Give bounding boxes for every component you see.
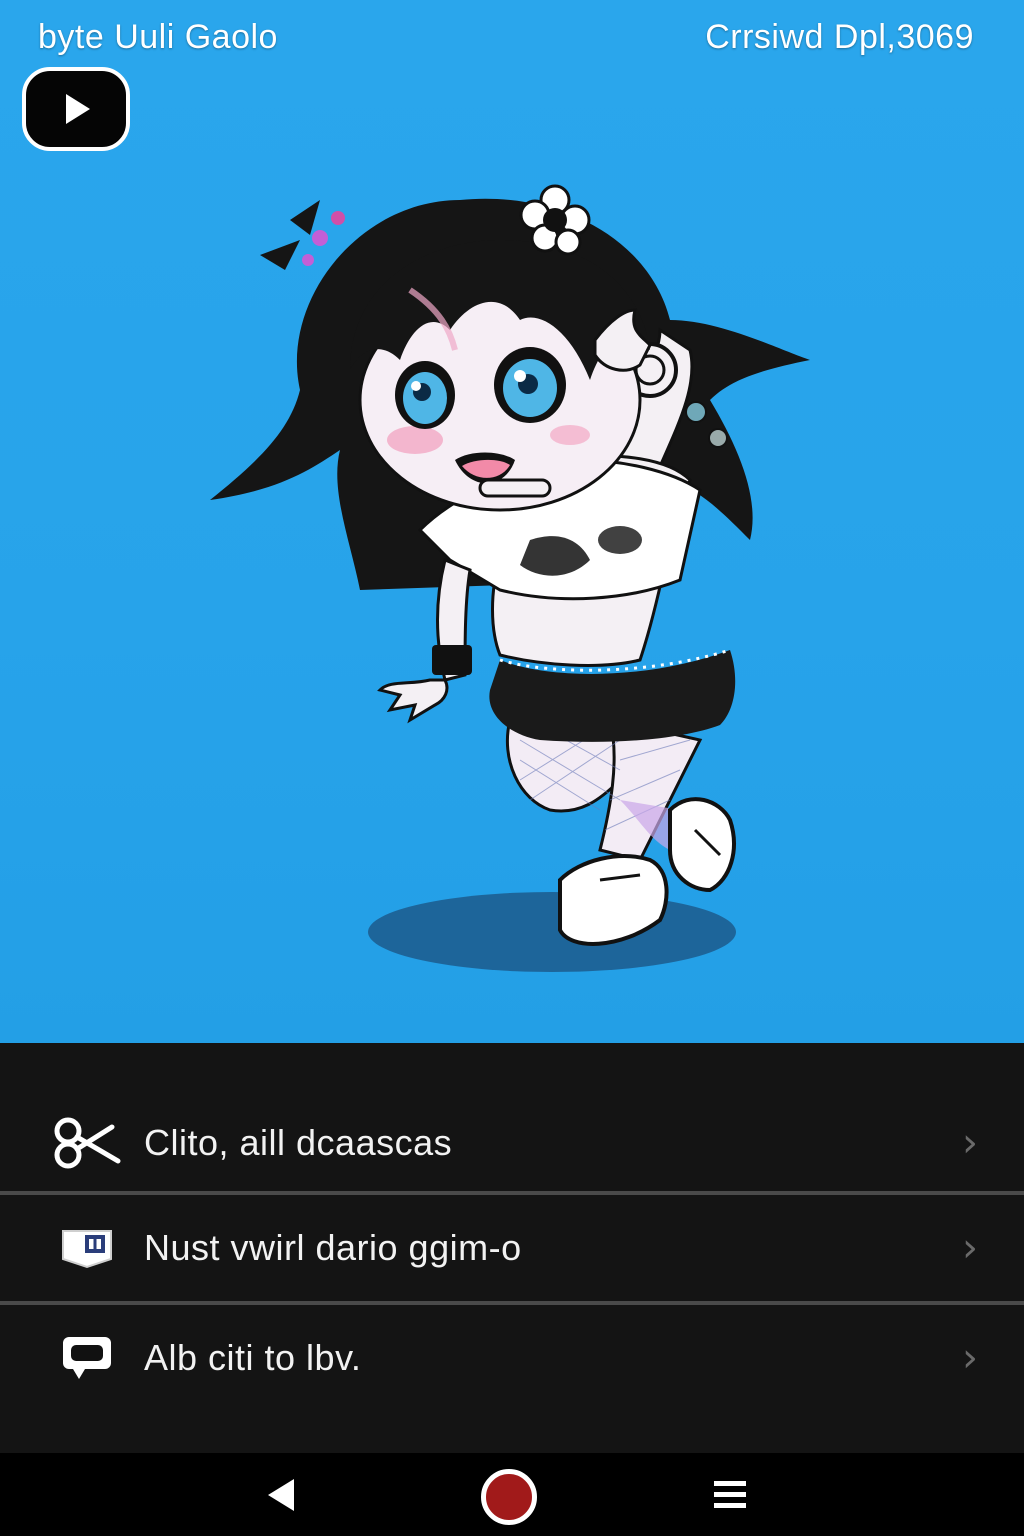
play-button[interactable] (22, 67, 130, 151)
menu-item-2[interactable]: Nust vwirl dario ggim-o › (0, 1198, 1024, 1298)
back-triangle-icon[interactable] (262, 1475, 302, 1515)
chevron-right-icon: › (962, 1335, 978, 1381)
chevron-right-icon: › (962, 1225, 978, 1271)
menu-divider (0, 1301, 1024, 1305)
menu-divider (0, 1191, 1024, 1195)
chat-bubble-icon (50, 1328, 124, 1388)
menu-item-label: Nust vwirl dario ggim-o (144, 1227, 522, 1268)
menu-item-3[interactable]: Alb citi to lbv. › (0, 1308, 1024, 1408)
scissors-icon (50, 1113, 124, 1173)
menu-item-label: Alb citi to lbv. (144, 1337, 362, 1378)
card-icon (50, 1218, 124, 1278)
app-title: byte Uuli Gaolo (38, 18, 278, 56)
status-title: Crrsiwd Dpl,3069 (705, 18, 974, 56)
hamburger-icon[interactable] (712, 1477, 748, 1513)
menu-item-label: Clito, aill dcaascas (144, 1122, 453, 1163)
play-icon (66, 94, 90, 124)
system-nav-bar (0, 1453, 1024, 1536)
menu-item-1[interactable]: Clito, aill dcaascas › (0, 1093, 1024, 1193)
app-screen: byte Uuli Gaolo Crrsiwd Dpl,3069 Clito, … (0, 0, 1024, 1536)
character-stage: byte Uuli Gaolo Crrsiwd Dpl,3069 (0, 0, 1024, 1043)
character-illustration (210, 184, 810, 972)
chevron-right-icon: › (962, 1120, 978, 1166)
options-menu: Clito, aill dcaascas › Nust vwirl dario … (0, 1043, 1024, 1453)
home-record-icon[interactable] (481, 1469, 537, 1525)
